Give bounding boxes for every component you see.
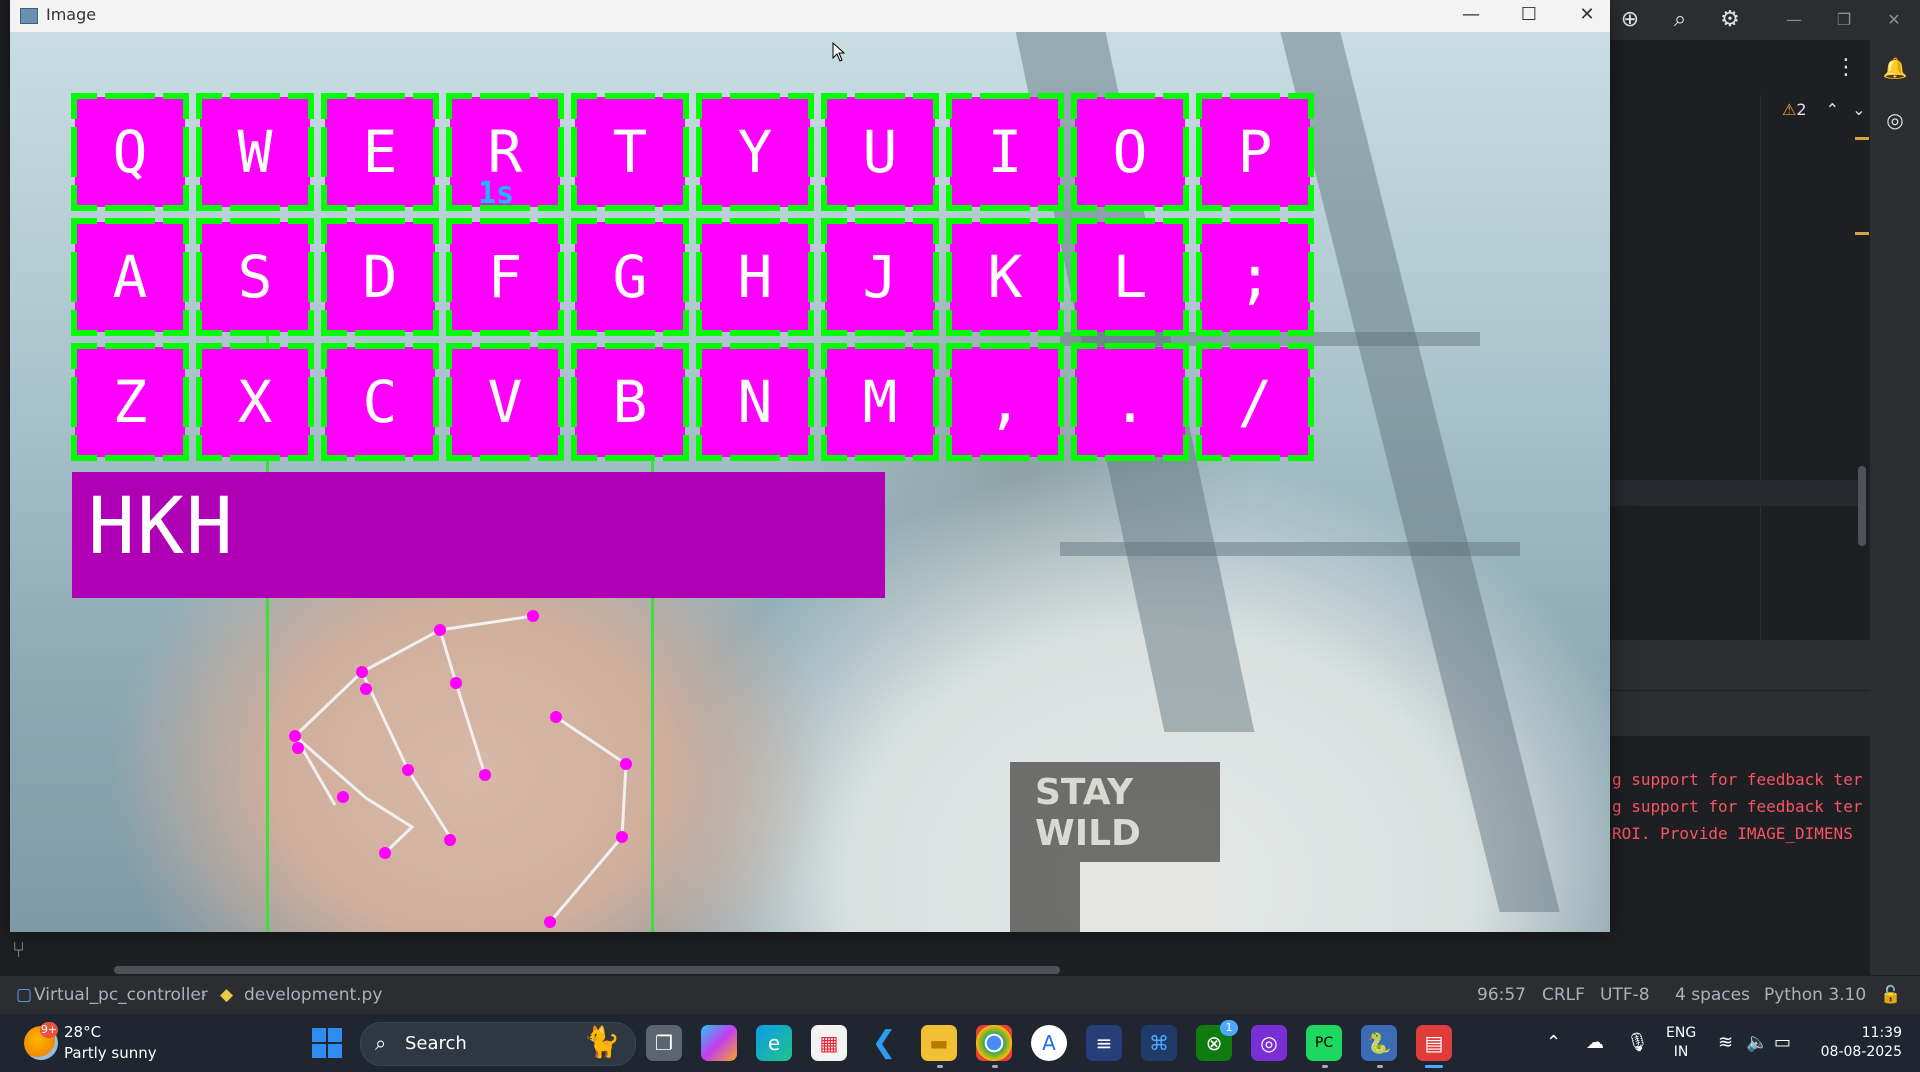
maximize-button[interactable]: ☐ bbox=[1500, 0, 1558, 32]
window-title: Image bbox=[46, 5, 97, 24]
taskbar-search[interactable]: ⌕ Search 🐈 bbox=[360, 1022, 636, 1066]
file-encoding[interactable]: UTF-8 bbox=[1600, 985, 1650, 1005]
search-highlight-cat-icon: 🐈 bbox=[583, 1025, 621, 1060]
xbox-badge: 1 bbox=[1220, 1020, 1238, 1036]
weather-badge: 9+ bbox=[40, 1022, 58, 1038]
running-indicator bbox=[937, 1065, 943, 1068]
add-user-icon[interactable]: ⊕ bbox=[1616, 6, 1644, 34]
sql-developer-icon[interactable]: ⌘ bbox=[1141, 1025, 1177, 1061]
camera-feed: STAY WILD Q W E R T Y U I O P A S D F G H J K L; Z X C V B N M,. /… bbox=[10, 32, 1610, 932]
ide-close-button[interactable]: ✕ bbox=[1874, 6, 1914, 34]
active-app-indicator bbox=[1425, 1065, 1443, 1068]
wifi-icon[interactable]: ≋ bbox=[1718, 1032, 1733, 1053]
search-icon: ⌕ bbox=[375, 1031, 387, 1055]
image-viewer-app-icon[interactable]: ▤ bbox=[1416, 1025, 1452, 1061]
python-app-icon[interactable]: 🐍 bbox=[1361, 1025, 1397, 1061]
hand-landmarks bbox=[289, 610, 632, 928]
copilot-icon[interactable] bbox=[701, 1025, 737, 1061]
settings-gear-icon[interactable]: ⚙ bbox=[1716, 6, 1744, 34]
ai-assistant-icon[interactable]: ◎ bbox=[1880, 105, 1910, 135]
start-button[interactable] bbox=[312, 1028, 342, 1058]
edge-browser-icon[interactable]: e bbox=[756, 1025, 792, 1061]
minimize-button[interactable]: — bbox=[1442, 0, 1500, 32]
app-store-icon[interactable]: A bbox=[1031, 1025, 1067, 1061]
close-button[interactable]: ✕ bbox=[1558, 0, 1616, 32]
line-ending[interactable]: CRLF bbox=[1542, 985, 1585, 1005]
terminal-toolbar bbox=[1610, 640, 1870, 690]
running-indicator bbox=[1322, 1065, 1328, 1068]
horizontal-scrollbar[interactable] bbox=[114, 966, 1060, 974]
python-file-icon: ◆ bbox=[220, 985, 234, 1005]
search-icon[interactable]: ⌕ bbox=[1666, 6, 1694, 34]
image-window[interactable]: Image — ☐ ✕ STAY WILD QWERTYUIOPASDFGHJK… bbox=[10, 0, 1610, 932]
ide-titlebar: ⊕ ⌕ ⚙ — ❐ ✕ bbox=[1610, 0, 1920, 40]
ide-right-tool-rail bbox=[1870, 40, 1920, 975]
search-label: Search bbox=[405, 1033, 467, 1054]
eclipse-icon[interactable]: ≡ bbox=[1086, 1025, 1122, 1061]
ide-status-bar: ▢ Virtual_pc_controller › ◆ development.… bbox=[0, 975, 1920, 1015]
warning-marker[interactable] bbox=[1855, 232, 1869, 235]
microsoft-store-icon[interactable]: ▦ bbox=[811, 1025, 847, 1061]
weather-temperature[interactable]: 28°C bbox=[64, 1023, 101, 1041]
terminal-output-line: g support for feedback ter bbox=[1612, 770, 1863, 789]
windows-logo-icon bbox=[312, 1028, 326, 1042]
warning-marker[interactable] bbox=[1855, 137, 1869, 140]
language-code: ENG bbox=[1666, 1025, 1697, 1041]
microphone-icon[interactable]: 🎙 bbox=[1626, 1032, 1649, 1053]
clock-date: 08-08-2025 bbox=[1820, 1044, 1902, 1060]
onedrive-cloud-icon[interactable]: ☁ bbox=[1586, 1032, 1604, 1053]
clock-time: 11:39 bbox=[1861, 1025, 1902, 1041]
project-icon: ▢ bbox=[16, 985, 33, 1005]
git-branch-icon[interactable]: ⑂ bbox=[12, 938, 25, 963]
warning-icon: ⚠ bbox=[1782, 100, 1797, 119]
lock-icon[interactable]: 🔓 bbox=[1880, 985, 1901, 1005]
terminal-tabs bbox=[1610, 690, 1870, 736]
ide-restore-button[interactable]: ❐ bbox=[1824, 6, 1864, 34]
chevron-up-icon[interactable]: ⌃ bbox=[1826, 100, 1839, 119]
taskbar: 9+ 28°C Partly sunny ⌕ Search 🐈 ❐ e ▦ ❮ … bbox=[0, 1014, 1920, 1072]
terminal-output-line: g support for feedback ter bbox=[1612, 797, 1863, 816]
running-indicator bbox=[1377, 1065, 1383, 1068]
highlighted-line bbox=[1610, 480, 1860, 506]
file-explorer-icon[interactable]: ▬ bbox=[921, 1025, 957, 1061]
running-indicator bbox=[992, 1065, 998, 1068]
chrome-icon[interactable] bbox=[976, 1025, 1012, 1061]
window-titlebar[interactable]: Image — ☐ ✕ bbox=[10, 0, 1610, 32]
mouse-cursor-icon bbox=[832, 42, 846, 62]
warnings-indicator[interactable]: ⚠2 ⌃ ⌄ bbox=[1782, 100, 1866, 119]
ide-minimize-button[interactable]: — bbox=[1774, 6, 1814, 34]
warning-count: 2 bbox=[1796, 100, 1807, 119]
editor-scrollbar[interactable] bbox=[1858, 466, 1866, 546]
cursor-position[interactable]: 96:57 bbox=[1477, 985, 1526, 1005]
volume-icon[interactable]: 🔈 bbox=[1746, 1032, 1768, 1053]
pycharm-icon[interactable]: PC bbox=[1306, 1025, 1342, 1061]
show-hidden-icons-chevron-icon[interactable]: ⌃ bbox=[1546, 1032, 1561, 1053]
battery-icon[interactable]: ▭ bbox=[1774, 1032, 1791, 1053]
notifications-bell-icon[interactable]: 🔔 bbox=[1880, 53, 1910, 83]
breadcrumb-file[interactable]: development.py bbox=[244, 985, 382, 1005]
weather-description[interactable]: Partly sunny bbox=[64, 1044, 157, 1062]
image-window-icon bbox=[20, 8, 38, 24]
region-code: IN bbox=[1673, 1044, 1689, 1060]
breadcrumb-separator-icon: › bbox=[200, 985, 207, 1005]
editor-gutter-area bbox=[1760, 95, 1861, 640]
more-options-icon[interactable]: ⋮ bbox=[1832, 54, 1860, 82]
vscode-icon[interactable]: ❮ bbox=[866, 1025, 902, 1061]
task-view-icon[interactable]: ❐ bbox=[646, 1025, 682, 1061]
input-language[interactable]: ENG IN bbox=[1666, 1024, 1696, 1062]
python-interpreter[interactable]: Python 3.10 bbox=[1764, 985, 1866, 1005]
proton-vpn-icon[interactable]: ◎ bbox=[1251, 1025, 1287, 1061]
system-clock[interactable]: 11:39 08-08-2025 bbox=[1818, 1024, 1902, 1062]
breadcrumb-project[interactable]: Virtual_pc_controller bbox=[34, 985, 208, 1005]
terminal-output-line: ROI. Provide IMAGE_DIMENS bbox=[1612, 824, 1853, 843]
chevron-down-icon[interactable]: ⌄ bbox=[1852, 100, 1865, 119]
indent-setting[interactable]: 4 spaces bbox=[1675, 985, 1750, 1005]
